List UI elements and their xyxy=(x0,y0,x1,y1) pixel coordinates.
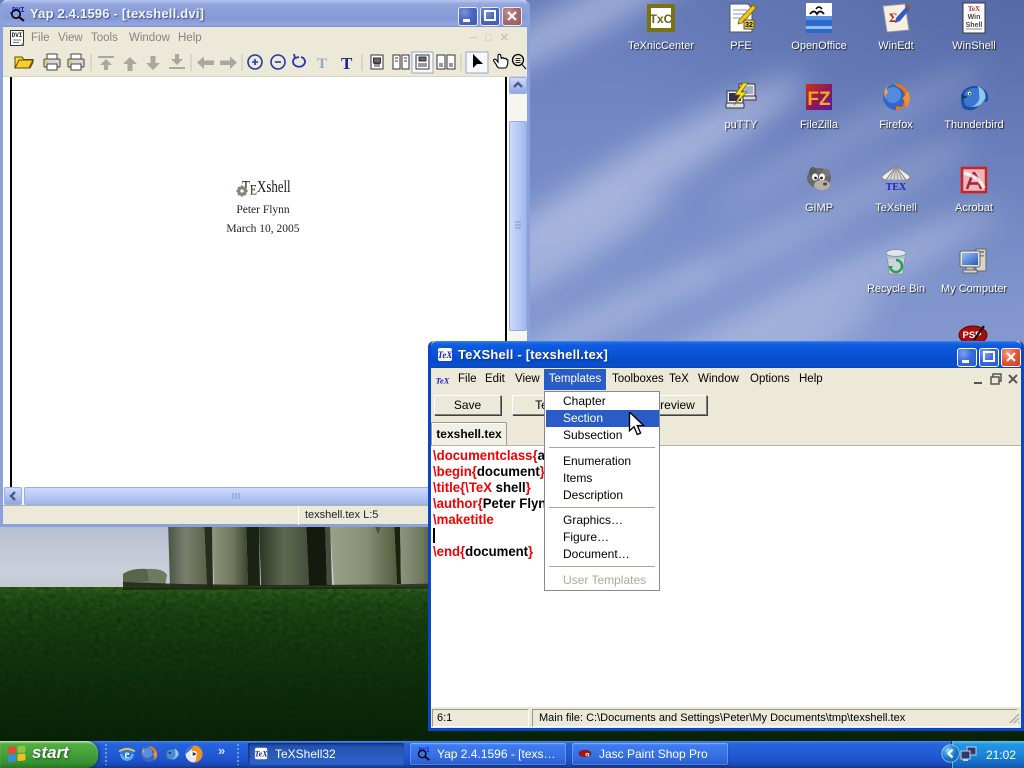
svg-text:Win: Win xyxy=(968,14,981,21)
svg-text:TeX: TeX xyxy=(436,375,450,385)
svg-text:TeX: TeX xyxy=(438,350,454,360)
svg-text:FZ: FZ xyxy=(807,89,831,110)
svg-text:TeX: TeX xyxy=(255,750,269,759)
svg-text:Shell: Shell xyxy=(966,22,983,29)
svg-text:Σ: Σ xyxy=(889,10,898,25)
svg-text:DVI: DVI xyxy=(12,32,23,39)
svg-text:T: T xyxy=(317,56,327,72)
svg-text:TxC: TxC xyxy=(650,12,673,26)
svg-text:8: 8 xyxy=(586,753,588,757)
svg-text:TEX: TEX xyxy=(886,182,907,193)
svg-text:T: T xyxy=(341,54,353,73)
svg-text:32: 32 xyxy=(745,22,753,29)
svg-text:e: e xyxy=(124,748,129,761)
svg-text:TeX: TeX xyxy=(968,5,980,13)
